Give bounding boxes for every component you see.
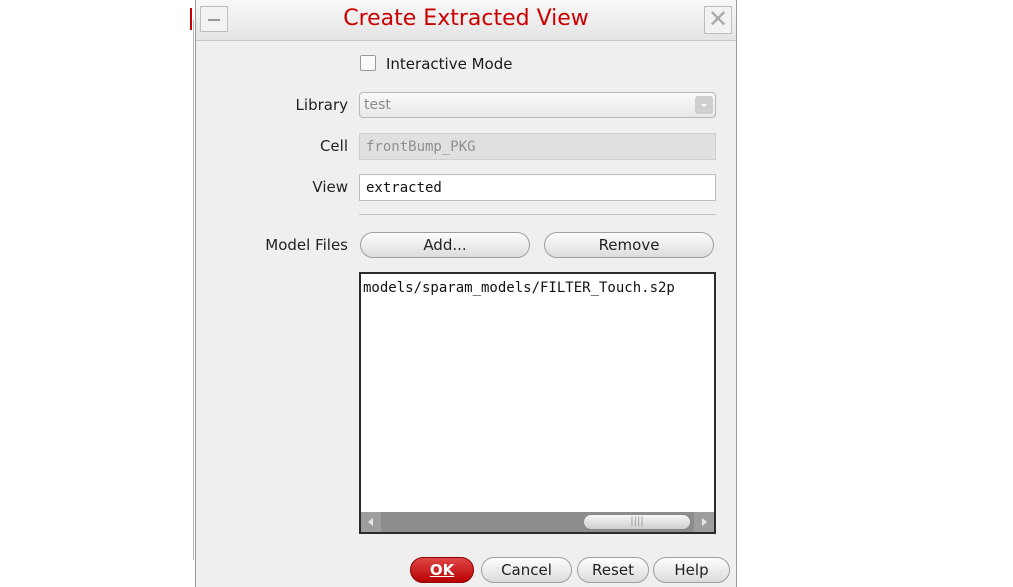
- background-mark: [190, 8, 192, 30]
- background-mark: [193, 20, 194, 560]
- cell-label: Cell: [319, 137, 348, 155]
- reset-button[interactable]: Reset: [577, 557, 649, 583]
- minimize-icon[interactable]: [200, 6, 228, 32]
- dialog-title: Create Extracted View: [343, 6, 589, 31]
- cancel-label: Cancel: [501, 561, 552, 579]
- scroll-right-icon[interactable]: [694, 512, 714, 532]
- create-extracted-view-dialog: Create Extracted View ✕ Interactive Mode…: [195, 0, 737, 587]
- interactive-mode-checkbox[interactable]: [360, 55, 376, 71]
- ok-label: OK: [429, 561, 455, 579]
- scrollbar-thumb[interactable]: ||||: [583, 514, 691, 530]
- library-value: test: [364, 97, 391, 113]
- ok-button[interactable]: OK: [410, 557, 474, 583]
- cancel-button[interactable]: Cancel: [481, 557, 572, 583]
- view-label: View: [312, 178, 348, 196]
- horizontal-scrollbar[interactable]: ||||: [361, 512, 714, 532]
- chevron-down-icon[interactable]: [695, 96, 713, 114]
- cell-field: frontBump_PKG: [359, 133, 716, 160]
- library-select[interactable]: test: [359, 92, 716, 118]
- close-icon[interactable]: ✕: [704, 6, 732, 34]
- add-model-file-button[interactable]: Add...: [360, 232, 530, 258]
- help-button[interactable]: Help: [653, 557, 730, 583]
- view-field[interactable]: extracted: [359, 174, 716, 201]
- divider: [359, 214, 716, 215]
- scroll-left-icon[interactable]: [361, 512, 381, 532]
- model-files-list[interactable]: models/sparam_models/FILTER_Touch.s2p ||…: [359, 272, 716, 534]
- remove-model-file-button[interactable]: Remove: [544, 232, 714, 258]
- title-bar[interactable]: Create Extracted View ✕: [196, 0, 736, 41]
- library-label: Library: [295, 96, 348, 114]
- list-item[interactable]: models/sparam_models/FILTER_Touch.s2p: [363, 280, 675, 296]
- help-label: Help: [674, 561, 709, 579]
- model-files-label: Model Files: [265, 236, 348, 254]
- interactive-mode-label: Interactive Mode: [386, 55, 513, 73]
